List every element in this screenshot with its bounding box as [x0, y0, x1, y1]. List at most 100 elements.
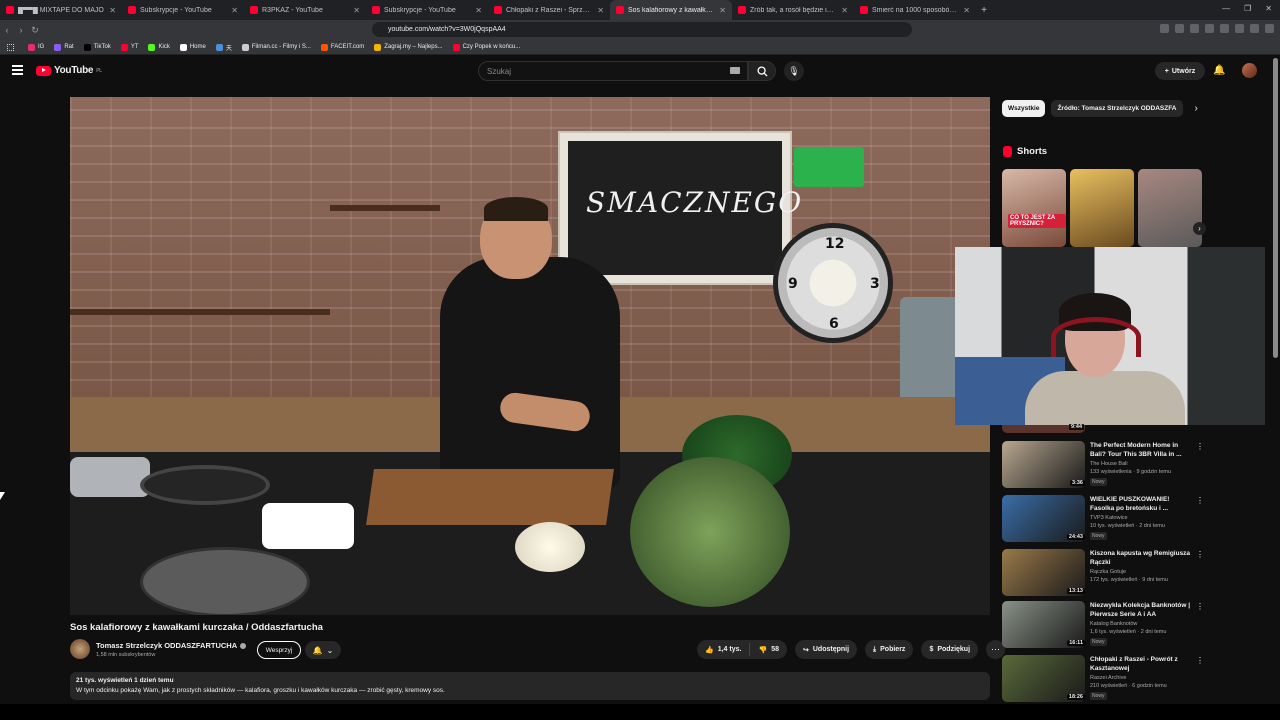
browser-tab[interactable]: Chłopaki z Raszei - Sprzedawca gitar ✕	[488, 0, 610, 20]
recommended-channel[interactable]: The House Bali	[1090, 461, 1128, 467]
bookmark-item[interactable]: Czy Popek w końcu...	[452, 43, 520, 51]
recommended-channel[interactable]: TVP3 Katowice	[1090, 515, 1128, 521]
chevron-right-icon[interactable]: ›	[1193, 222, 1206, 235]
short-thumbnail[interactable]	[1070, 169, 1134, 247]
more-options-icon[interactable]: ⋮	[1196, 496, 1204, 505]
channel-avatar[interactable]	[70, 639, 90, 659]
close-tab-icon[interactable]: ✕	[109, 6, 116, 15]
thanks-button[interactable]: $ Podziękuj	[921, 640, 979, 659]
close-tab-icon[interactable]: ✕	[231, 6, 238, 15]
bookmark-item[interactable]: TikTok	[83, 43, 111, 51]
extension-icon[interactable]	[1205, 24, 1214, 33]
extension-icon[interactable]	[1220, 24, 1229, 33]
search-button[interactable]	[748, 61, 776, 81]
browser-tab[interactable]: Sos kalafiorowy z kawałkami ✕	[610, 0, 732, 20]
recommended-video[interactable]: 24:43 WIELKIE PUSZKOWANIE! Fasolka po bre…	[1002, 495, 1204, 543]
new-tab-button[interactable]: +	[976, 5, 992, 16]
browser-tab[interactable]: █▀▀█ MIXTAPE DO MAJÓ ✕	[0, 0, 122, 20]
reload-button[interactable]: ↻	[28, 25, 42, 36]
bookmark-item[interactable]: Filman.cc - Filmy i S...	[241, 43, 311, 51]
like-button[interactable]: 👍 1,4 tys.	[705, 643, 751, 656]
microphone-icon[interactable]: 🎙	[784, 61, 804, 81]
keyboard-icon[interactable]	[730, 67, 740, 74]
bookmark-item[interactable]: Kick	[148, 43, 170, 51]
create-button[interactable]: + Utwórz	[1155, 62, 1205, 80]
new-badge: Nowy	[1090, 478, 1107, 486]
forward-button[interactable]: ›	[14, 25, 28, 35]
chevron-right-icon[interactable]: ›	[1195, 103, 1198, 114]
bookmark-item[interactable]: 天	[215, 43, 232, 52]
recommended-title[interactable]: Chłopaki z Raszei - Powrót z Kasztanowej	[1090, 655, 1194, 673]
browser-tab[interactable]: Zrób tak, a rosół będzie intensywny ✕	[732, 0, 854, 20]
recommended-video[interactable]: 16:11 Niezwykła Kolekcja Banknotów | Pier…	[1002, 601, 1204, 649]
more-options-icon[interactable]: ⋮	[1196, 602, 1204, 611]
youtube-logo[interactable]: YouTube PL	[36, 65, 102, 76]
search-input[interactable]: Szukaj	[478, 61, 748, 81]
recommended-channel[interactable]: Rączka Gotuje	[1090, 569, 1126, 575]
extension-icon[interactable]	[1250, 24, 1259, 33]
support-button[interactable]: Wesprzyj	[257, 641, 301, 659]
recommended-title[interactable]: WIELKIE PUSZKOWANIE! Fasolka po bretońsk…	[1090, 495, 1194, 513]
back-button[interactable]: ‹	[0, 25, 14, 35]
bookmark-item[interactable]: FACEIT.com	[320, 43, 364, 51]
close-tab-icon[interactable]: ✕	[719, 6, 726, 15]
bookmark-favicon-icon	[215, 43, 223, 51]
description-box[interactable]: 21 tys. wyświetleń 1 dzień temu W tym od…	[70, 672, 990, 700]
recommended-title[interactable]: Kiszona kapusta wg Remigiusza Rączki	[1090, 549, 1194, 567]
filter-chip[interactable]: Źródło: Tomasz Strzelczyk ODDASZFA	[1051, 100, 1183, 117]
close-tab-icon[interactable]: ✕	[353, 6, 360, 15]
recommended-video[interactable]: 3:36 The Perfect Modern Home in Bali? Tou…	[1002, 441, 1204, 489]
bookmark-item[interactable]: Home	[179, 43, 206, 51]
more-options-icon[interactable]: ⋮	[1196, 550, 1204, 559]
extension-icon[interactable]	[1235, 24, 1244, 33]
extension-icon[interactable]	[1160, 24, 1169, 33]
video-player[interactable]: SMACZNEGO 12 3 6 9	[70, 97, 990, 615]
extension-icon[interactable]	[1190, 24, 1199, 33]
bookmark-item[interactable]: YT	[120, 43, 138, 51]
duration-badge: 13:13	[1066, 588, 1085, 594]
more-options-icon[interactable]: ⋮	[1196, 656, 1204, 665]
notifications-bell-icon[interactable]: 🔔	[1213, 65, 1225, 76]
bookmark-item[interactable]: IG	[28, 43, 44, 51]
bookmark-label: Home	[189, 44, 206, 50]
close-tab-icon[interactable]: ✕	[597, 6, 604, 15]
browser-tab[interactable]: R3PKAZ - YouTube ✕	[244, 0, 366, 20]
extension-icon[interactable]	[1175, 24, 1184, 33]
short-thumbnail[interactable]	[1138, 169, 1202, 247]
recommended-channel[interactable]: Raszei Archive	[1090, 675, 1126, 681]
download-button[interactable]: ⤓ Pobierz	[865, 640, 914, 659]
short-caption: CO TO JEST ZA PRYSZNIC?	[1008, 214, 1066, 228]
recommended-title[interactable]: The Perfect Modern Home in Bali? Tour Th…	[1090, 441, 1194, 459]
bookmark-item[interactable]: Zagraj.my – Najleps...	[374, 43, 443, 51]
recommended-title[interactable]: Niezwykła Kolekcja Banknotów | Pierwsze …	[1090, 601, 1194, 619]
page-scrollbar[interactable]	[1273, 58, 1278, 358]
dislike-button[interactable]: 👎 58	[750, 646, 787, 654]
close-tab-icon[interactable]: ✕	[963, 6, 970, 15]
recommended-channel[interactable]: Katalog Banknotów	[1090, 621, 1137, 627]
account-avatar[interactable]	[1242, 63, 1257, 78]
browser-tab[interactable]: Subskrypcje - YouTube ✕	[122, 0, 244, 20]
channel-name[interactable]: Tomasz Strzelczyk ODDASZFARTUCHA	[96, 641, 247, 650]
filter-chip[interactable]: Wszystkie	[1002, 100, 1046, 117]
bookmark-favicon-icon	[120, 43, 128, 51]
close-window-button[interactable]: ✕	[1265, 4, 1272, 13]
menu-icon[interactable]	[1265, 24, 1274, 33]
subscribed-button[interactable]: 🔔 ⌄	[305, 641, 341, 659]
browser-tab[interactable]: Śmierć na 1000 sposobów S5 Odc. ✕	[854, 0, 976, 20]
recommended-video[interactable]: 18:26 Chłopaki z Raszei - Powrót z Kaszta…	[1002, 655, 1204, 703]
browser-tab[interactable]: Subskrypcje - YouTube ✕	[366, 0, 488, 20]
apps-grid-icon[interactable]	[7, 44, 14, 51]
minimize-button[interactable]: —	[1222, 4, 1230, 13]
more-options-icon[interactable]: ⋮	[1196, 442, 1204, 451]
recommended-video[interactable]: 13:13 Kiszona kapusta wg Remigiusza Rączk…	[1002, 549, 1204, 597]
menu-icon[interactable]	[12, 65, 23, 77]
url-input[interactable]: youtube.com/watch?v=3W0jQqspAA4	[372, 22, 912, 37]
restore-button[interactable]: ❐	[1244, 4, 1251, 13]
bookmark-item[interactable]: Rat	[54, 43, 74, 51]
share-button[interactable]: ↪ Udostępnij	[794, 640, 858, 659]
close-tab-icon[interactable]: ✕	[475, 6, 482, 15]
mouse-cursor	[0, 492, 5, 500]
short-thumbnail[interactable]: CO TO JEST ZA PRYSZNIC?	[1002, 169, 1066, 247]
bookmark-favicon-icon	[28, 43, 35, 51]
close-tab-icon[interactable]: ✕	[841, 6, 848, 15]
